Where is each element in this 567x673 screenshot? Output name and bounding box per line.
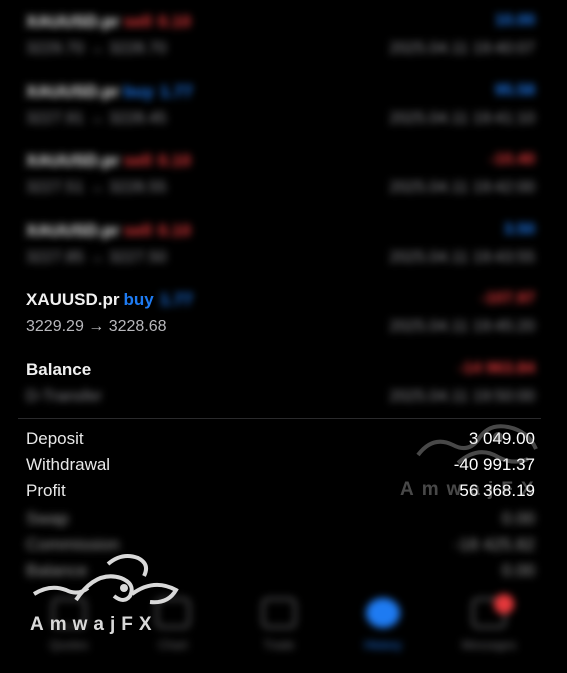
watermark-small: AmwajFX: [398, 415, 548, 505]
tab-label: Quotes: [49, 638, 89, 652]
trade-profit: 95.58: [494, 82, 535, 99]
deposit-label: Deposit: [26, 429, 84, 448]
watermark-text: AmwajFX: [30, 614, 158, 635]
swap-label: Swap: [26, 509, 69, 528]
trade-time: 2025.04.11 19:42:00: [389, 179, 535, 196]
trade-time: 2025.04.11 19:41:10: [389, 110, 535, 127]
trade-icon: [262, 598, 296, 628]
trade-prices: 3229.70 → 3228.70: [26, 40, 167, 57]
trade-row[interactable]: XAUUSD.pr buy 1.77 3227.91 → 3228.45 95.58…: [26, 82, 535, 144]
trade-profit: 3.50: [503, 221, 535, 238]
trade-profit: 10.00: [494, 12, 535, 29]
trade-profit: -10.40: [489, 151, 535, 168]
trade-time: 2025.04.11 19:40:07: [389, 40, 535, 57]
watermark-logo: AmwajFX: [26, 550, 186, 640]
tab-label: History: [364, 638, 402, 652]
balance-summary-value: 0.00: [501, 561, 535, 580]
trade-prices: 3227.85 → 3227.50: [26, 249, 167, 266]
tab-history[interactable]: History: [338, 592, 428, 658]
trade-row[interactable]: XAUUSD.pr buy 1.77 3229.29 → 3228.68 -107.…: [26, 290, 535, 352]
trade-prices: 3229.29 → 3228.68: [26, 318, 167, 335]
tab-label: Messages: [461, 638, 517, 652]
balance-amount: -14 963.84: [458, 360, 535, 377]
balance-row[interactable]: Balance D-Transfer -14 963.84 2025.04.11…: [26, 360, 535, 422]
tab-messages[interactable]: Messages: [444, 592, 534, 658]
trade-symbol: XAUUSD.pr sell 0.10: [26, 12, 191, 31]
withdrawal-label: Withdrawal: [26, 455, 111, 474]
notification-badge: [494, 594, 514, 614]
trade-prices: 3227.91 → 3228.45: [26, 110, 167, 127]
trade-row[interactable]: XAUUSD.pr sell 0.10 3227.51 → 3228.55 -10.…: [26, 151, 535, 213]
wave-logo-icon: [416, 424, 538, 465]
balance-sub: D-Transfer: [26, 388, 102, 405]
watermark-text: AmwajFX: [400, 479, 542, 500]
balance-label: Balance: [26, 360, 92, 379]
trade-time: 2025.04.11 19:43:55: [389, 249, 535, 266]
trade-symbol: XAUUSD.pr buy 1.77: [26, 290, 193, 310]
commission-value: -18 425.82: [453, 535, 535, 554]
trade-prices: 3227.51 → 3228.55: [26, 179, 167, 196]
profit-label: Profit: [26, 481, 66, 500]
trade-row[interactable]: XAUUSD.pr sell 0.10 3227.85 → 3227.50 3.50…: [26, 221, 535, 283]
trade-side: buy: [123, 290, 154, 309]
tab-label: Trade: [263, 638, 295, 652]
tab-label: Chart: [158, 638, 188, 652]
trade-row[interactable]: XAUUSD.pr sell 0.10 3229.70 → 3228.70 10.0…: [26, 12, 535, 74]
trade-symbol: XAUUSD.pr sell 0.10: [26, 221, 191, 240]
balance-time: 2025.04.11 19:50:00: [389, 388, 535, 405]
trade-profit: -107.97: [480, 290, 535, 307]
history-icon: [366, 598, 400, 628]
trade-symbol: XAUUSD.pr buy 1.77: [26, 82, 193, 101]
trade-lots: 1.77: [159, 290, 193, 309]
wave-logo-icon: [32, 554, 179, 605]
trade-symbol-name: XAUUSD.pr: [26, 290, 120, 309]
swap-value: 0.00: [501, 509, 535, 528]
summary-swap: Swap 0.00: [26, 509, 535, 533]
tab-trade[interactable]: Trade: [234, 592, 324, 658]
trade-time: 2025.04.11 19:45:20: [389, 318, 535, 335]
trade-symbol: XAUUSD.pr sell 0.10: [26, 151, 191, 170]
